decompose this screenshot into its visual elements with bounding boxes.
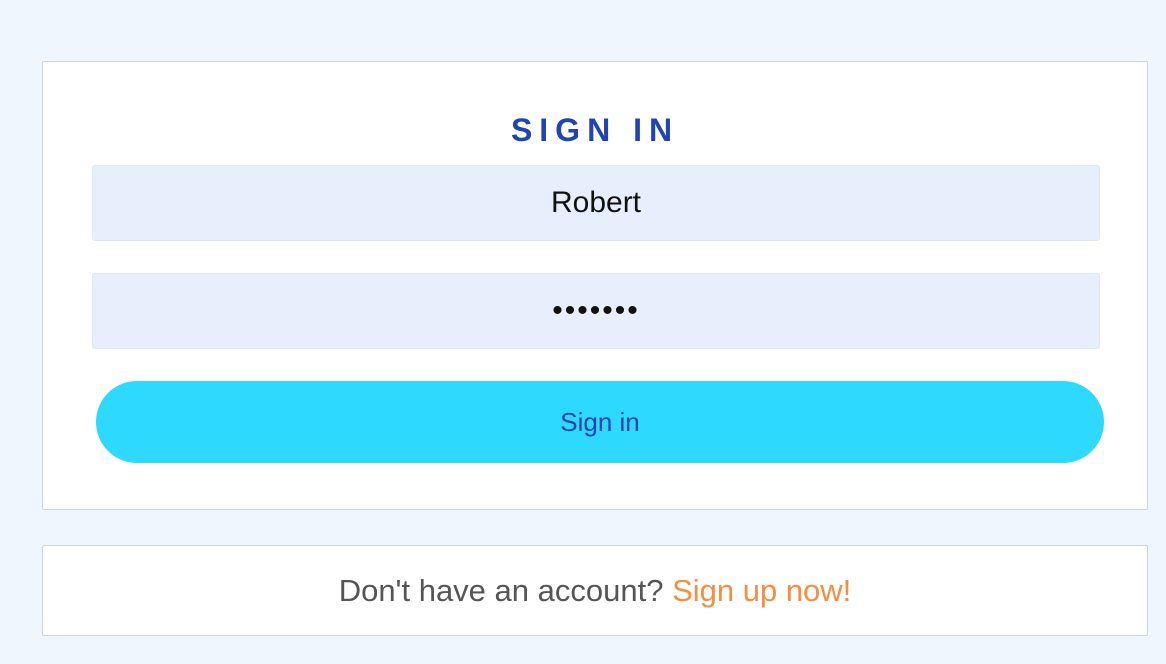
signin-button[interactable]: Sign in bbox=[96, 381, 1104, 463]
signin-card: SIGN IN Sign in bbox=[42, 61, 1148, 510]
signup-link[interactable]: Sign up now! bbox=[672, 573, 851, 608]
signin-title: SIGN IN bbox=[510, 112, 680, 148]
signup-card: Don't have an account? Sign up now! bbox=[42, 545, 1148, 636]
password-input[interactable] bbox=[92, 273, 1100, 349]
username-input[interactable] bbox=[92, 165, 1100, 241]
signup-prompt: Don't have an account? bbox=[338, 573, 673, 608]
